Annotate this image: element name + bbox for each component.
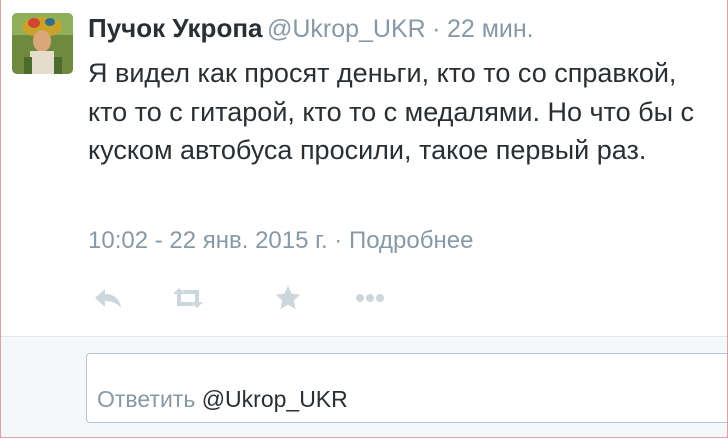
tweet-meta: 10:02 - 22 янв. 2015 г. · Подробнее: [88, 224, 473, 258]
meta-separator: ·: [327, 227, 349, 254]
reply-input[interactable]: Ответить @Ukrop_UKR: [86, 353, 727, 423]
header-separator: ·: [432, 15, 441, 43]
reply-mention: @Ukrop_UKR: [201, 386, 348, 412]
retweet-button[interactable]: [168, 281, 208, 315]
reply-prefix-text: Ответить: [97, 386, 202, 412]
tweet-timestamp[interactable]: 10:02 - 22 янв. 2015 г.: [88, 227, 328, 254]
retweet-icon: [173, 288, 203, 308]
favorite-icon: [275, 285, 301, 310]
tweet-text: Я видел как просят деньги, кто то со спр…: [88, 58, 694, 165]
avatar-image: [12, 13, 73, 74]
reply-button[interactable]: [88, 281, 128, 315]
tweet-header: Пучок Укропа @Ukrop_UKR · 22 мин.: [88, 11, 534, 50]
author-name[interactable]: Пучок Укропа: [88, 13, 262, 43]
avatar[interactable]: [12, 13, 73, 74]
reply-placeholder: Ответить @Ukrop_UKR: [97, 386, 348, 413]
reply-area: Ответить @Ukrop_UKR: [1, 337, 727, 437]
screen-name[interactable]: @Ukrop_UKR: [267, 15, 426, 43]
tweet-card: Пучок Укропа @Ukrop_UKR · 22 мин. Я виде…: [0, 0, 728, 438]
more-icon: [356, 294, 384, 302]
more-button[interactable]: [350, 281, 390, 315]
reply-icon: [95, 289, 121, 308]
favorite-button[interactable]: [268, 281, 308, 315]
details-link[interactable]: Подробнее: [349, 227, 473, 254]
relative-time[interactable]: 22 мин.: [447, 15, 534, 43]
